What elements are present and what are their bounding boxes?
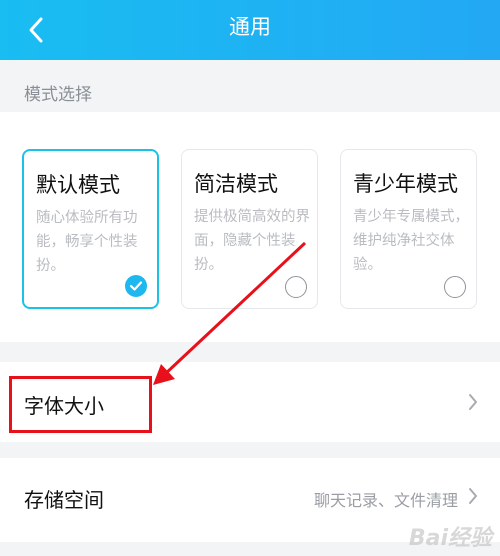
annotation-highlight-box xyxy=(9,376,152,433)
mode-description: 提供极简高效的界面，隐藏个性装扮。 xyxy=(194,209,310,273)
page-title: 通用 xyxy=(229,15,271,39)
nav-header: 通用 xyxy=(0,0,500,60)
mode-radio[interactable] xyxy=(285,276,307,298)
mode-card-default[interactable]: 默认模式 随心体验所有功能，畅享个性装扮。 xyxy=(22,149,159,309)
mode-radio-checked[interactable] xyxy=(125,275,147,297)
mode-name: 青少年模式 xyxy=(353,172,458,196)
chevron-right-icon xyxy=(469,488,477,504)
mode-radio[interactable] xyxy=(444,276,466,298)
check-icon xyxy=(129,281,143,291)
row-value: 聊天记录、文件清理 xyxy=(313,491,458,510)
mode-description: 青少年专属模式，维护纯净社交体验。 xyxy=(353,209,469,273)
chevron-right-icon xyxy=(469,394,477,410)
watermark-logo: Bai经验 xyxy=(408,526,492,551)
mode-card-teen[interactable]: 青少年模式 青少年专属模式，维护纯净社交体验。 xyxy=(340,149,477,309)
mode-description: 随心体验所有功能，畅享个性装扮。 xyxy=(36,210,138,274)
row-label: 存储空间 xyxy=(24,488,104,512)
mode-card-simple[interactable]: 简洁模式 提供极简高效的界面，隐藏个性装扮。 xyxy=(181,149,318,309)
mode-name: 默认模式 xyxy=(36,173,120,197)
mode-name: 简洁模式 xyxy=(194,172,278,196)
mode-panel: 默认模式 随心体验所有功能，畅享个性装扮。 简洁模式 提供极简高效的界面，隐藏个… xyxy=(0,112,500,342)
mode-section-label: 模式选择 xyxy=(24,85,92,105)
